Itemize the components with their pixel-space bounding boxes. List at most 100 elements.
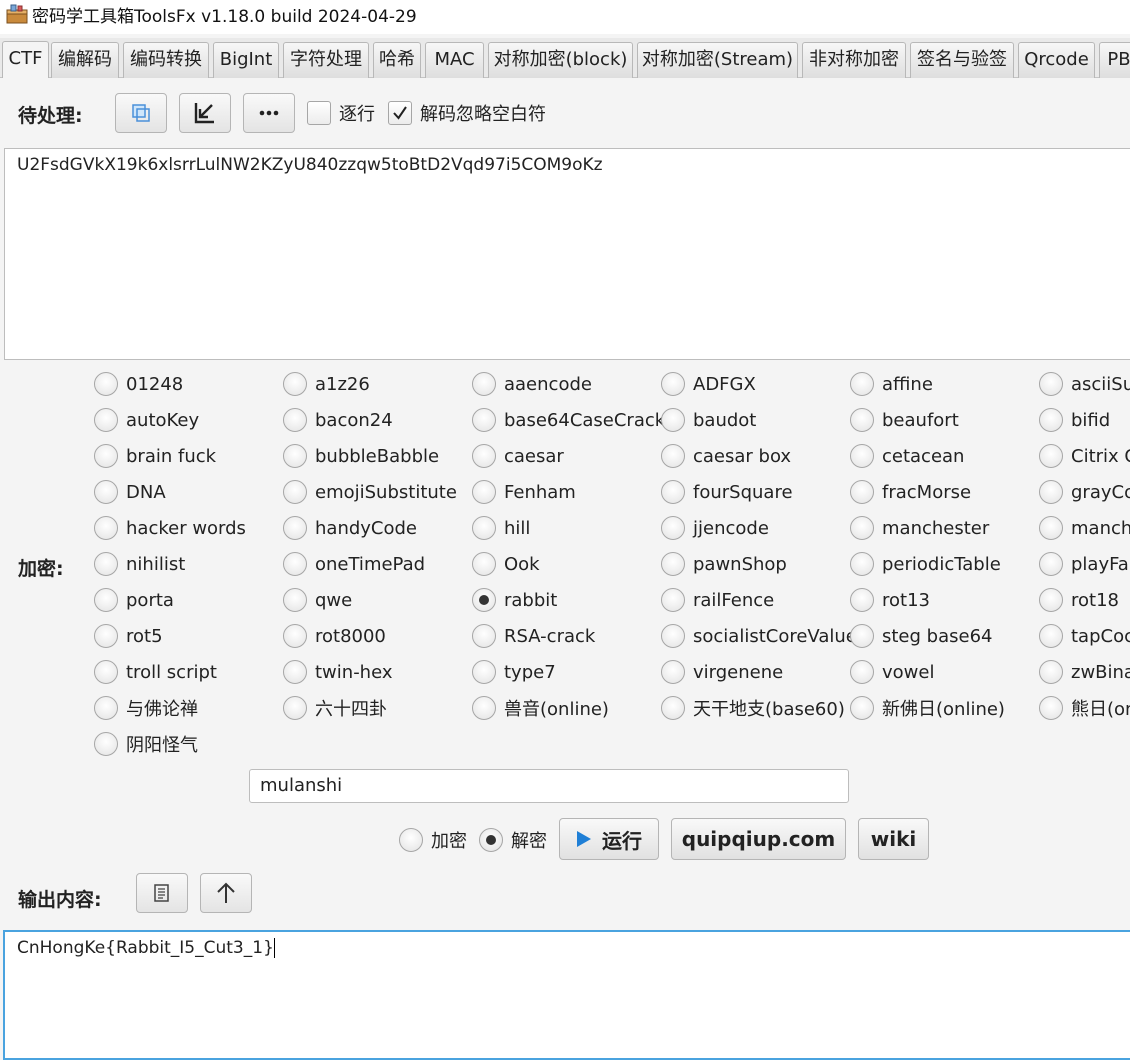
algorithm-option[interactable]: 天干地支(base60) (661, 690, 845, 726)
radio-circle[interactable] (661, 624, 685, 648)
mode-decrypt-radio[interactable]: 解密 (479, 827, 547, 853)
mode-encrypt-radio[interactable]: 加密 (399, 827, 467, 853)
radio-circle[interactable] (661, 372, 685, 396)
output-textarea[interactable]: CnHongKe{Rabbit_I5_Cut3_1} (3, 930, 1130, 1060)
ignore-whitespace-checkbox[interactable]: 解码忽略空白符 (388, 100, 546, 126)
algorithm-option[interactable]: affine (850, 366, 933, 402)
algorithm-option[interactable]: a1z26 (283, 366, 370, 402)
radio-circle[interactable] (661, 480, 685, 504)
radio-circle[interactable] (94, 732, 118, 756)
radio-circle[interactable] (661, 660, 685, 684)
radio-circle[interactable] (850, 660, 874, 684)
algorithm-option[interactable]: caesar box (661, 438, 791, 474)
algorithm-option[interactable]: caesar (472, 438, 564, 474)
radio-circle[interactable] (661, 516, 685, 540)
radio-circle[interactable] (283, 588, 307, 612)
radio-circle[interactable] (472, 588, 496, 612)
run-button[interactable]: 运行 (559, 818, 659, 860)
copy-button[interactable] (115, 93, 167, 133)
algorithm-option[interactable]: beaufort (850, 402, 959, 438)
algorithm-option[interactable]: ADFGX (661, 366, 756, 402)
radio-circle[interactable] (850, 372, 874, 396)
input-textarea[interactable]: U2FsdGVkX19k6xlsrrLulNW2KZyU840zzqw5toBt… (4, 148, 1130, 360)
radio-circle[interactable] (472, 480, 496, 504)
algorithm-option[interactable]: zwBina (1039, 654, 1130, 690)
algorithm-option[interactable]: 阴阳怪气 (94, 726, 198, 762)
radio-circle[interactable] (94, 444, 118, 468)
algorithm-option[interactable]: 与佛论禅 (94, 690, 198, 726)
radio-circle[interactable] (1039, 372, 1063, 396)
algorithm-option[interactable]: asciiSu (1039, 366, 1130, 402)
radio-circle[interactable] (283, 660, 307, 684)
tab-encoding-convert[interactable]: 编码转换 (123, 42, 209, 78)
radio-circle[interactable] (661, 696, 685, 720)
radio-circle[interactable] (850, 516, 874, 540)
quipqiup-button[interactable]: quipqiup.com (671, 818, 846, 860)
radio-circle[interactable] (94, 372, 118, 396)
algorithm-option[interactable]: 新佛日(online) (850, 690, 1005, 726)
radio-circle[interactable] (1039, 444, 1063, 468)
radio-circle[interactable] (472, 660, 496, 684)
radio-circle[interactable] (472, 696, 496, 720)
radio-circle[interactable] (283, 696, 307, 720)
radio-circle[interactable] (94, 624, 118, 648)
radio-circle[interactable] (1039, 480, 1063, 504)
radio-circle[interactable] (661, 408, 685, 432)
tab-qrcode[interactable]: Qrcode (1018, 42, 1095, 78)
algorithm-option[interactable]: grayCo (1039, 474, 1130, 510)
radio-circle[interactable] (1039, 552, 1063, 576)
radio-circle[interactable] (94, 660, 118, 684)
tab-ctf[interactable]: CTF (2, 41, 49, 78)
radio-circle[interactable] (661, 552, 685, 576)
algorithm-option[interactable]: bubbleBabble (283, 438, 439, 474)
algorithm-option[interactable]: brain fuck (94, 438, 216, 474)
tab-bigint[interactable]: BigInt (213, 42, 279, 78)
algorithm-option[interactable]: rot8000 (283, 618, 386, 654)
algorithm-option[interactable]: 熊日(on (1039, 690, 1130, 726)
algorithm-option[interactable]: emojiSubstitute (283, 474, 457, 510)
algorithm-option[interactable]: Citrix C (1039, 438, 1130, 474)
radio-circle[interactable] (661, 444, 685, 468)
algorithm-option[interactable]: porta (94, 582, 174, 618)
import-button[interactable] (179, 93, 231, 133)
algorithm-option[interactable]: playFai (1039, 546, 1130, 582)
tab-hash[interactable]: 哈希 (373, 42, 421, 78)
radio-circle[interactable] (850, 624, 874, 648)
radio-circle[interactable] (283, 408, 307, 432)
algorithm-option[interactable]: nihilist (94, 546, 185, 582)
algorithm-option[interactable]: pawnShop (661, 546, 787, 582)
radio-circle[interactable] (479, 828, 503, 852)
tab-symmetric-block[interactable]: 对称加密(block) (488, 42, 633, 78)
algorithm-option[interactable]: 兽音(online) (472, 690, 609, 726)
algorithm-option[interactable]: hill (472, 510, 530, 546)
radio-circle[interactable] (94, 480, 118, 504)
algorithm-option[interactable]: jjencode (661, 510, 769, 546)
radio-circle[interactable] (850, 444, 874, 468)
algorithm-option[interactable]: 六十四卦 (283, 690, 387, 726)
radio-circle[interactable] (283, 624, 307, 648)
algorithm-option[interactable]: rot18 (1039, 582, 1119, 618)
tab-pb[interactable]: PB (1099, 42, 1130, 78)
algorithm-option[interactable]: troll script (94, 654, 217, 690)
algorithm-option[interactable]: virgenene (661, 654, 783, 690)
algorithm-option[interactable]: type7 (472, 654, 556, 690)
radio-circle[interactable] (94, 516, 118, 540)
radio-circle[interactable] (472, 408, 496, 432)
radio-circle[interactable] (850, 588, 874, 612)
copy-output-button[interactable] (136, 873, 188, 913)
more-button[interactable] (243, 93, 295, 133)
algorithm-option[interactable]: qwe (283, 582, 352, 618)
algorithm-option[interactable]: DNA (94, 474, 166, 510)
radio-circle[interactable] (1039, 588, 1063, 612)
radio-circle[interactable] (850, 696, 874, 720)
radio-circle[interactable] (1039, 660, 1063, 684)
radio-circle[interactable] (94, 552, 118, 576)
radio-circle[interactable] (283, 444, 307, 468)
radio-circle[interactable] (283, 372, 307, 396)
algorithm-option[interactable]: manchester (850, 510, 989, 546)
wiki-button[interactable]: wiki (858, 818, 929, 860)
algorithm-option[interactable]: tapCoc (1039, 618, 1130, 654)
algorithm-option[interactable]: rot13 (850, 582, 930, 618)
algorithm-option[interactable]: rot5 (94, 618, 163, 654)
algorithm-option[interactable]: steg base64 (850, 618, 992, 654)
